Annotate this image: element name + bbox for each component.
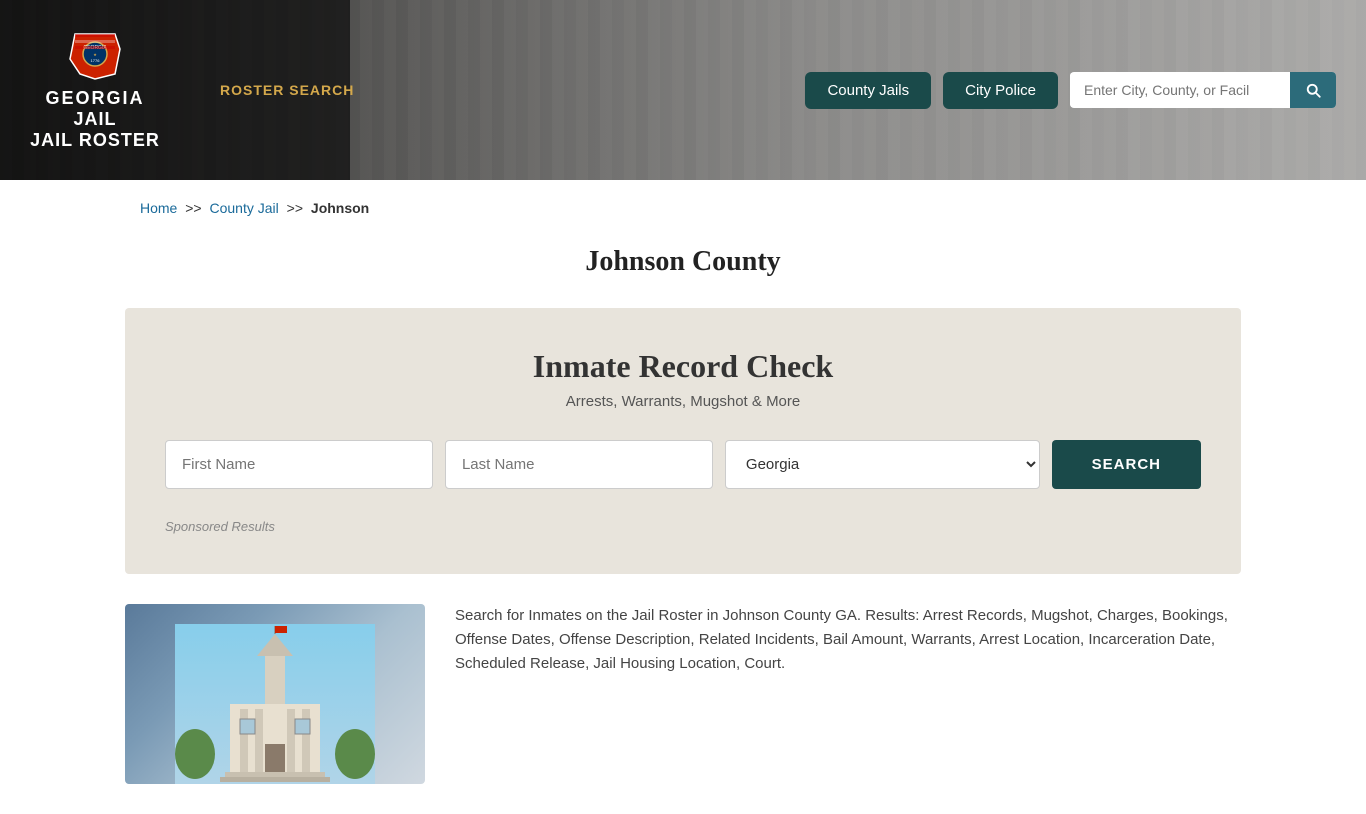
svg-text:1776: 1776	[91, 58, 101, 63]
record-search-button[interactable]: SEARCH	[1052, 440, 1201, 489]
page-title: Johnson County	[0, 246, 1366, 278]
breadcrumb: Home >> County Jail >> Johnson	[0, 180, 1366, 236]
logo-area[interactable]: GEORGIA ★ 1776 GEORGIA JAIL JAIL ROSTER	[30, 29, 160, 151]
header-search-input[interactable]	[1070, 73, 1290, 107]
header: GEORGIA ★ 1776 GEORGIA JAIL JAIL ROSTER …	[0, 0, 1366, 180]
first-name-input[interactable]	[165, 440, 433, 489]
header-right: County Jails City Police	[805, 72, 1336, 109]
header-search-button[interactable]	[1290, 72, 1336, 108]
breadcrumb-home[interactable]: Home	[140, 200, 177, 216]
logo-roster: JAIL ROSTER	[30, 130, 160, 151]
bottom-image	[125, 604, 425, 784]
breadcrumb-county-jail[interactable]: County Jail	[210, 200, 279, 216]
breadcrumb-current: Johnson	[311, 200, 369, 216]
state-select[interactable]: Georgia	[725, 440, 1040, 489]
record-check-title: Inmate Record Check	[165, 348, 1201, 385]
sponsored-results-label: Sponsored Results	[165, 519, 1201, 534]
svg-text:★: ★	[93, 52, 97, 57]
logo-jail: JAIL	[73, 109, 116, 130]
bottom-description: Search for Inmates on the Jail Roster in…	[455, 604, 1241, 676]
county-jails-button[interactable]: County Jails	[805, 72, 931, 109]
bottom-section: Search for Inmates on the Jail Roster in…	[0, 574, 1366, 814]
logo-georgia: GEORGIA	[45, 88, 144, 109]
breadcrumb-sep1: >>	[185, 200, 201, 216]
roster-search-nav[interactable]: ROSTER SEARCH	[220, 82, 354, 98]
search-icon	[1304, 81, 1322, 99]
courthouse-icon	[175, 624, 375, 784]
record-check-section: Inmate Record Check Arrests, Warrants, M…	[125, 308, 1241, 574]
last-name-input[interactable]	[445, 440, 713, 489]
city-police-button[interactable]: City Police	[943, 72, 1058, 109]
georgia-state-icon: GEORGIA ★ 1776	[65, 29, 125, 84]
record-check-subtitle: Arrests, Warrants, Mugshot & More	[165, 393, 1201, 410]
record-check-form: Georgia SEARCH	[165, 440, 1201, 489]
header-search-bar	[1070, 72, 1336, 108]
breadcrumb-sep2: >>	[287, 200, 303, 216]
header-content: GEORGIA ★ 1776 GEORGIA JAIL JAIL ROSTER …	[0, 0, 1366, 180]
